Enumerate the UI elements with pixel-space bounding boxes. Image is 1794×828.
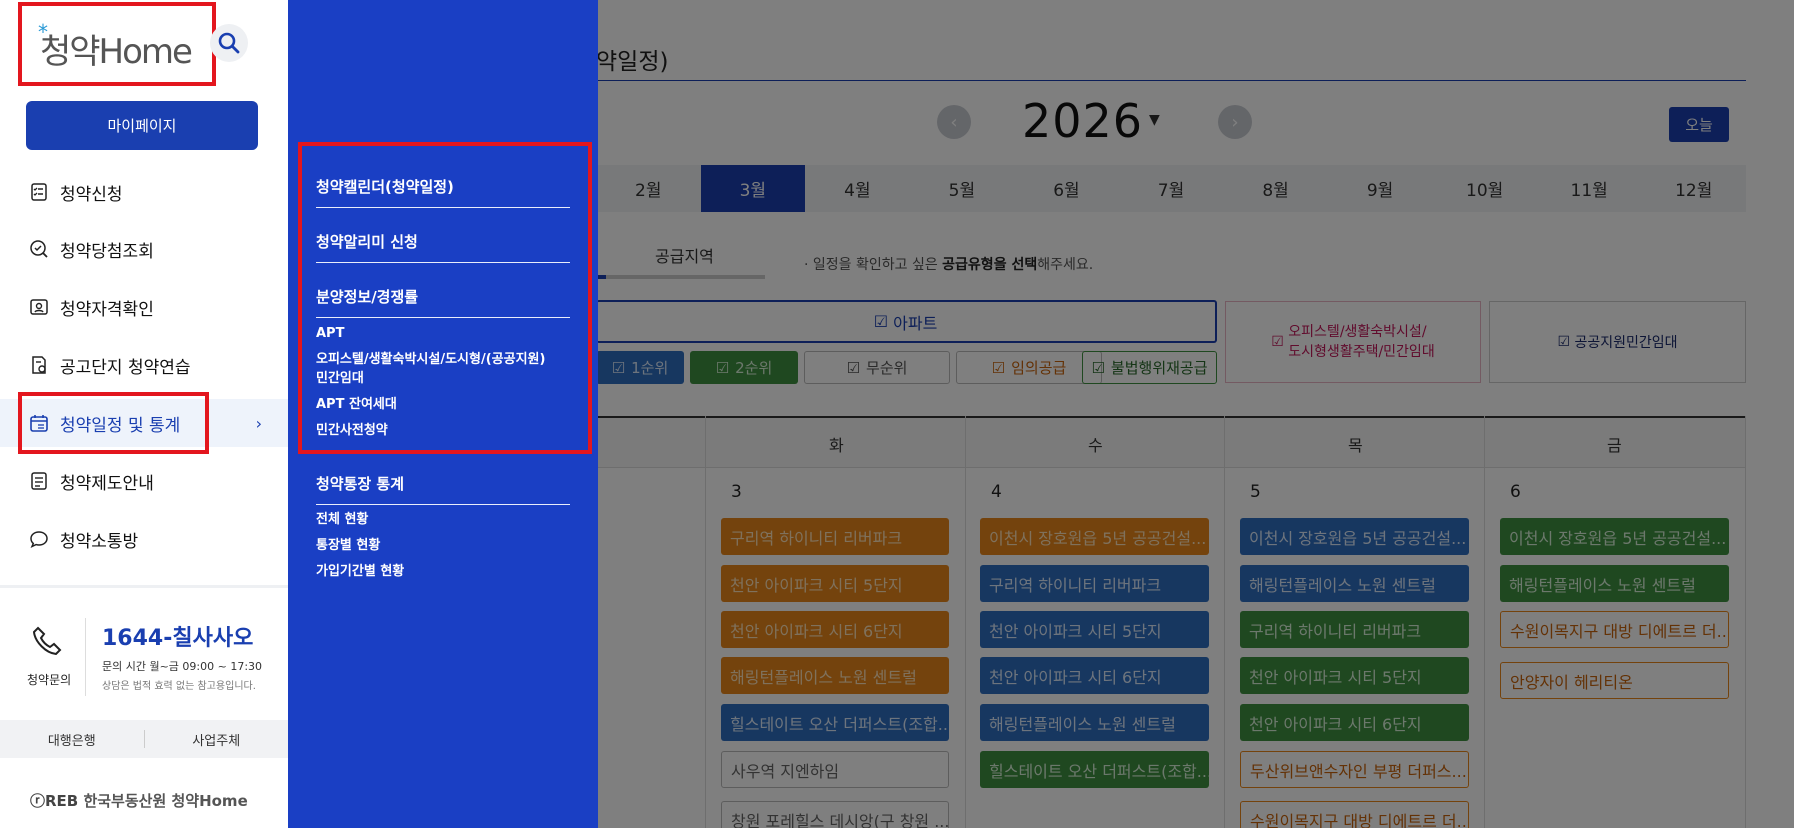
sidebar: * 청약Home 마이페이지 청약신청 청약당첨조회 청약자격확인 공고단지 청약…	[0, 0, 288, 828]
footer-logo: ⓡREB 한국부동산원 청약Home	[30, 792, 248, 810]
mypage-button[interactable]: 마이페이지	[26, 101, 258, 150]
business-link[interactable]: 사업주체	[145, 730, 289, 749]
chat-icon	[28, 528, 50, 550]
sidebar-item-system-guide[interactable]: 청약제도안내	[0, 457, 288, 505]
sidebar-item-label: 청약신청	[60, 184, 123, 205]
sidebar-item-label: 청약자격확인	[60, 299, 154, 320]
sidebar-item-eligibility[interactable]: 청약자격확인	[0, 283, 288, 331]
document-icon	[28, 470, 50, 492]
sidebar-item-win-check[interactable]: 청약당첨조회	[0, 225, 288, 273]
chevron-right-icon: ›	[255, 413, 262, 433]
bank-link[interactable]: 대행은행	[0, 730, 144, 749]
practice-icon	[28, 354, 50, 376]
phone-hours: 문의 시간 월~금 09:00 ~ 17:30	[102, 660, 263, 673]
divider	[0, 585, 288, 588]
phone-label: 청약문의	[27, 673, 72, 687]
submenu-link[interactable]: 가입기간별 현황	[316, 562, 404, 582]
search-icon	[218, 32, 240, 54]
sidebar-item-label: 공고단지 청약연습	[60, 357, 191, 378]
highlight-box	[298, 142, 592, 454]
highlight-box	[18, 392, 209, 454]
sidebar-item-apply[interactable]: 청약신청	[0, 168, 288, 216]
sidebar-item-label: 청약당첨조회	[60, 241, 154, 262]
phone-icon	[30, 624, 64, 662]
submenu-account-stats[interactable]: 청약통장 통계	[316, 473, 570, 505]
reb-logo-icon: ⓡREB	[30, 792, 84, 810]
search-button[interactable]	[210, 24, 248, 62]
sidebar-item-label: 청약제도안내	[60, 473, 154, 494]
phone-note: 상담은 법적 효력 없는 참고용입니다.	[102, 681, 256, 692]
check-search-icon	[28, 238, 50, 260]
submenu-link[interactable]: 통장별 현황	[316, 536, 380, 556]
highlight-box	[18, 2, 216, 86]
id-card-icon	[28, 296, 50, 318]
sidebar-item-community[interactable]: 청약소통방	[0, 515, 288, 563]
divider	[85, 618, 86, 696]
page: 약일정) ‹ 2026 ▼ › 오늘 2월 3월 4월 5월 6월 7월 8월 …	[0, 0, 1794, 828]
submenu-link[interactable]: 전체 현황	[316, 510, 368, 530]
bank-row: 대행은행 사업주체	[0, 720, 288, 758]
form-icon	[28, 181, 50, 203]
sidebar-item-label: 청약소통방	[60, 531, 139, 552]
phone-number[interactable]: 1644-칠사사오	[102, 620, 253, 652]
sidebar-item-practice[interactable]: 공고단지 청약연습	[0, 341, 288, 389]
